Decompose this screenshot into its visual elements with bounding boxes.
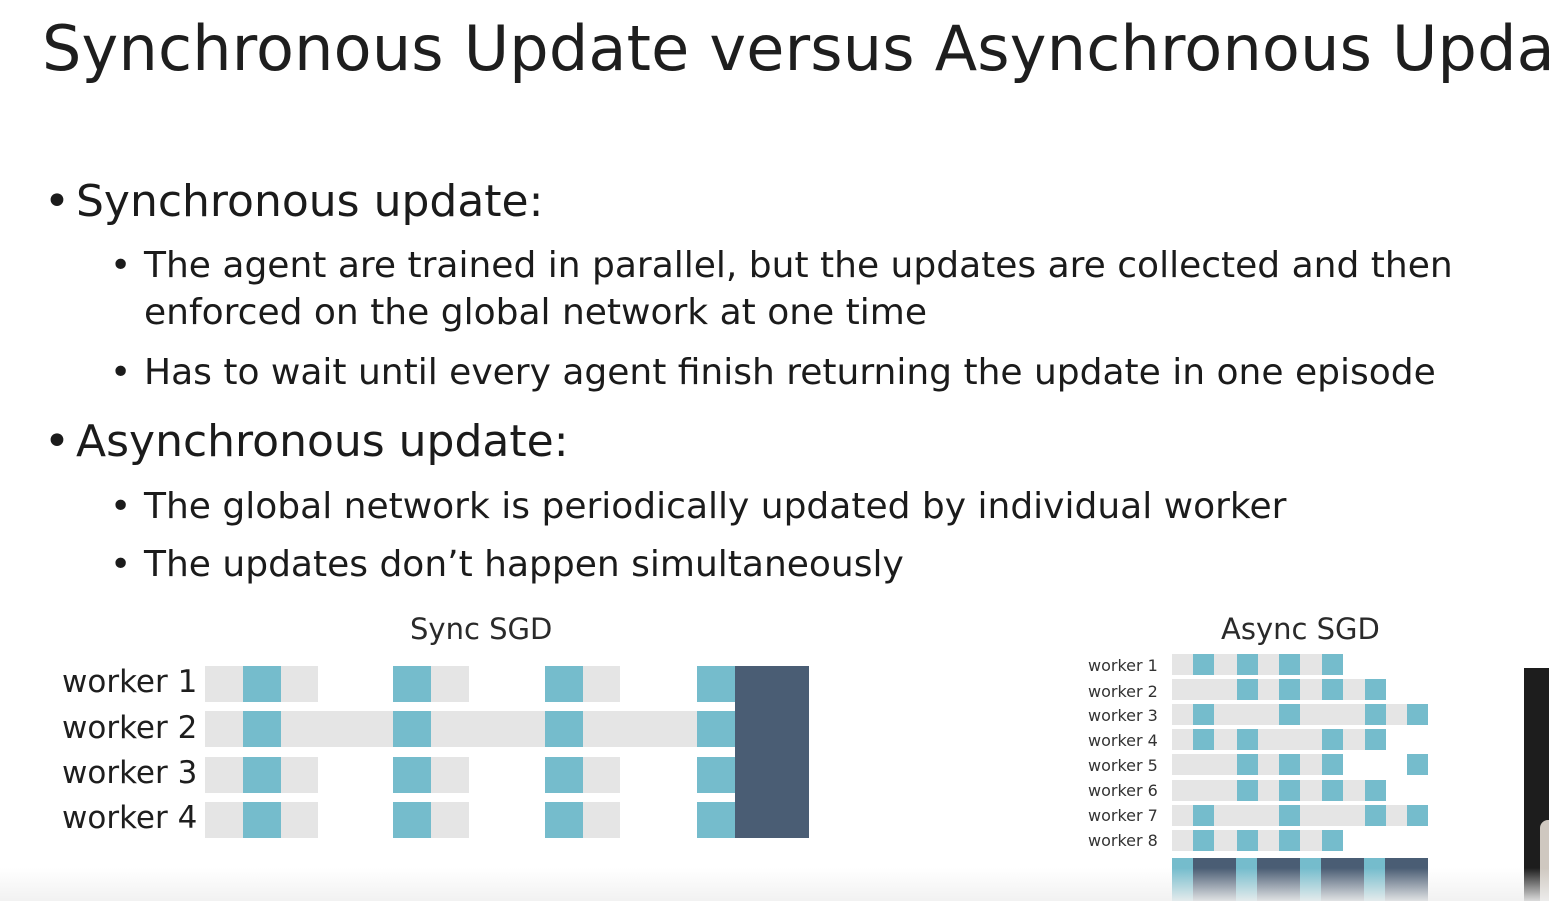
- gradient-update-block: [545, 711, 583, 747]
- bullet-dot: •: [110, 352, 132, 393]
- gradient-update-block: [1365, 729, 1386, 750]
- gradient-update-block: [1237, 780, 1258, 801]
- gradient-update-block: [1279, 704, 1300, 725]
- async-worker-label: worker 1: [1088, 656, 1158, 675]
- sub-bullet-line: The global network is periodically updat…: [144, 486, 1287, 527]
- gradient-update-block: [243, 666, 281, 702]
- sync-worker-label: worker 1: [62, 664, 198, 700]
- gradient-update-block: [1322, 729, 1343, 750]
- gradient-update-block: [1322, 654, 1343, 675]
- sync-sgd-title: Sync SGD: [410, 612, 553, 646]
- gradient-update-block: [1237, 729, 1258, 750]
- gradient-update-block: [1365, 679, 1386, 700]
- bullet-label: Synchronous update:: [76, 176, 544, 227]
- gradient-update-block: [243, 802, 281, 838]
- gradient-update-block: [243, 711, 281, 747]
- gradient-update-block: [545, 757, 583, 793]
- sub-bullet-line: The agent are trained in parallel, but t…: [144, 245, 1453, 286]
- gradient-update-block: [1279, 754, 1300, 775]
- sub-bullet-line: Has to wait until every agent finish ret…: [144, 352, 1436, 393]
- gradient-update-block: [393, 802, 431, 838]
- gradient-update-block: [545, 666, 583, 702]
- sync-worker-label: worker 4: [62, 800, 198, 836]
- gradient-update-block: [393, 711, 431, 747]
- gradient-update-block: [1279, 679, 1300, 700]
- slide-title: Synchronous Update versus Asynchronous U…: [42, 12, 1549, 85]
- gradient-update-block: [545, 802, 583, 838]
- async-sgd-title: Async SGD: [1221, 612, 1380, 646]
- gradient-update-block: [1407, 805, 1428, 826]
- gradient-update-block: [243, 757, 281, 793]
- gradient-update-block: [1237, 830, 1258, 851]
- sub-bullet-line: The updates don’t happen simultaneously: [144, 544, 904, 585]
- gradient-update-block: [1193, 830, 1214, 851]
- gradient-update-block: [1193, 704, 1214, 725]
- gradient-update-block: [1279, 780, 1300, 801]
- async-worker-label: worker 6: [1088, 781, 1158, 800]
- gradient-update-block: [1322, 830, 1343, 851]
- gradient-update-block: [1322, 780, 1343, 801]
- sync-worker-label: worker 3: [62, 755, 198, 791]
- async-worker-label: worker 5: [1088, 756, 1158, 775]
- gradient-update-block: [1322, 679, 1343, 700]
- gradient-update-block: [1237, 754, 1258, 775]
- async-worker-label: worker 3: [1088, 706, 1158, 725]
- gradient-update-block: [1237, 654, 1258, 675]
- gradient-update-block: [1365, 780, 1386, 801]
- gradient-update-block: [697, 757, 735, 793]
- async-worker-label: worker 7: [1088, 806, 1158, 825]
- async-worker-label: worker 2: [1088, 682, 1158, 701]
- bullet-dot: •: [44, 176, 70, 227]
- gradient-update-block: [1322, 754, 1343, 775]
- gradient-update-block: [393, 757, 431, 793]
- gradient-update-block: [1237, 679, 1258, 700]
- gradient-update-block: [1365, 704, 1386, 725]
- sub-bullet-line: enforced on the global network at one ti…: [144, 292, 927, 333]
- bullet-dot: •: [110, 544, 132, 585]
- gradient-update-block: [1279, 654, 1300, 675]
- gradient-update-block: [1279, 830, 1300, 851]
- gradient-update-block: [1365, 805, 1386, 826]
- bullet-dot: •: [110, 245, 132, 286]
- bottom-fade: [0, 868, 1549, 901]
- gradient-update-block: [697, 802, 735, 838]
- gradient-update-block: [1193, 805, 1214, 826]
- gradient-update-block: [1279, 805, 1300, 826]
- gradient-update-block: [1193, 654, 1214, 675]
- async-worker-label: worker 8: [1088, 831, 1158, 850]
- gradient-update-block: [697, 711, 735, 747]
- worker-timeline-bar: [205, 711, 735, 747]
- gradient-update-block: [1407, 754, 1428, 775]
- gradient-update-block: [1193, 729, 1214, 750]
- bullet-dot: •: [44, 416, 70, 467]
- gradient-update-block: [393, 666, 431, 702]
- bullet-dot: •: [110, 486, 132, 527]
- gradient-update-block: [697, 666, 735, 702]
- gradient-update-block: [1407, 704, 1428, 725]
- global-parameter-update: [735, 666, 809, 838]
- sync-worker-label: worker 2: [62, 710, 198, 746]
- async-worker-label: worker 4: [1088, 731, 1158, 750]
- bullet-label: Asynchronous update:: [76, 416, 569, 467]
